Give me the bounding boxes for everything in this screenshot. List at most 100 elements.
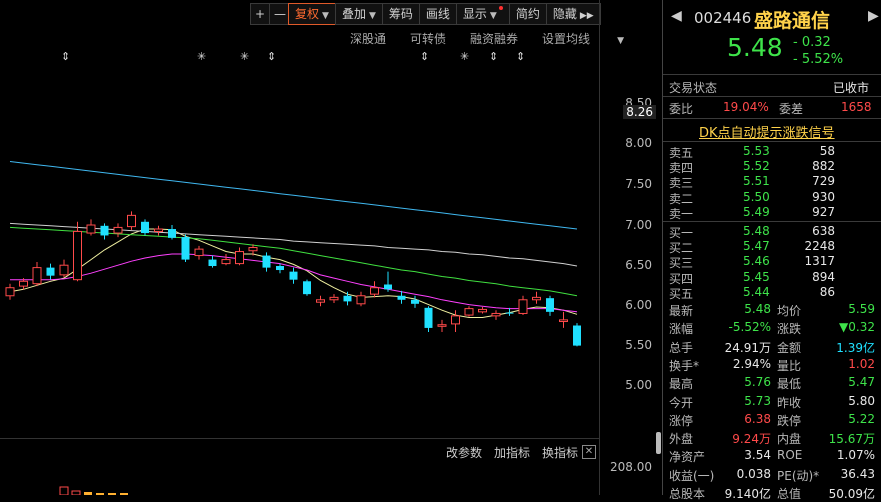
candle-body — [464, 308, 474, 316]
candle[interactable] — [113, 223, 123, 238]
candle[interactable] — [181, 234, 190, 262]
fuquan-button[interactable]: 复权 ▼ — [288, 3, 336, 25]
candle[interactable] — [100, 223, 109, 240]
volume-bar — [59, 486, 69, 495]
panel-divider — [0, 438, 600, 439]
zoom-in-button[interactable]: + — [250, 3, 270, 25]
candle[interactable] — [32, 261, 42, 287]
candle[interactable] — [59, 259, 69, 278]
stat-label: 均价 — [777, 304, 802, 318]
candlestick-chart[interactable] — [0, 60, 600, 440]
notification-dot-icon — [498, 6, 503, 10]
candle-body — [546, 298, 554, 312]
xianshi-label: 显示 — [462, 7, 487, 21]
candle[interactable] — [303, 279, 311, 296]
candle[interactable] — [491, 310, 501, 320]
stat-label: 外盘 — [669, 432, 694, 447]
candle-body — [370, 287, 379, 295]
rongzirongquan-link[interactable]: 融资融券 — [470, 30, 518, 47]
stat-label: 收益(一) — [669, 468, 715, 483]
bid-price: 5.44 — [743, 284, 770, 299]
ask-volume: 927 — [812, 204, 835, 219]
diejia-button[interactable]: 叠加 ▼ — [334, 3, 383, 25]
ask-price: 5.52 — [743, 159, 770, 174]
candle-body — [384, 284, 392, 290]
candle[interactable] — [384, 271, 392, 292]
weibi-value: 19.04% — [723, 100, 769, 114]
dk-signal-link[interactable]: DK点自动提示涨跌信号 — [699, 122, 835, 141]
candle[interactable] — [235, 247, 244, 266]
candle[interactable] — [141, 219, 149, 236]
stat-value: 5.59 — [848, 302, 875, 316]
stat-value: 1.39亿 — [836, 340, 875, 355]
candle-body — [127, 214, 136, 228]
change-params-button[interactable]: 改参数 — [446, 444, 482, 461]
candle-body — [289, 271, 298, 280]
shengutong-link[interactable]: 深股通 — [350, 30, 386, 47]
divider — [663, 74, 881, 75]
stat-value: 5.73 — [744, 393, 771, 408]
stat-label: 涨幅 — [669, 322, 694, 337]
candle[interactable] — [221, 253, 231, 266]
candle[interactable] — [370, 281, 379, 298]
candle[interactable] — [424, 306, 433, 332]
candle[interactable] — [437, 319, 447, 332]
stat-label: 总股本 — [669, 487, 706, 501]
close-icon[interactable]: ✕ — [582, 445, 596, 459]
candle[interactable] — [451, 310, 460, 332]
next-stock-icon[interactable]: ▶ — [868, 8, 879, 24]
candle[interactable] — [559, 311, 568, 328]
candle-body — [32, 267, 42, 285]
zoom-out-button[interactable]: — — [269, 3, 289, 25]
candle[interactable] — [46, 263, 55, 280]
candle[interactable] — [329, 294, 339, 303]
candle[interactable] — [73, 221, 82, 282]
candle[interactable] — [276, 263, 284, 274]
candle[interactable] — [397, 290, 406, 304]
stat-label: 内盘 — [777, 432, 802, 447]
ask-price: 5.49 — [743, 204, 770, 219]
candle[interactable] — [518, 295, 528, 316]
jianyue-button[interactable]: 简约 — [508, 3, 547, 25]
kezhuanzhai-link[interactable]: 可转债 — [410, 30, 446, 47]
candle[interactable] — [316, 295, 325, 307]
y-tick: 7.50 — [625, 177, 652, 191]
candle-body — [559, 319, 568, 322]
xianshi-button[interactable]: 显示 ▼ — [455, 3, 510, 25]
candle[interactable] — [86, 219, 96, 236]
candle[interactable] — [573, 323, 581, 347]
candle[interactable] — [478, 307, 487, 314]
stat-value: 9.140亿 — [724, 487, 771, 501]
ask-volume: 58 — [819, 144, 835, 158]
switch-indicator-button[interactable]: 换指标 — [542, 444, 578, 461]
candle[interactable] — [127, 211, 136, 230]
candle[interactable] — [168, 225, 176, 240]
candle[interactable] — [343, 291, 352, 306]
candle-body — [343, 295, 352, 302]
candle[interactable] — [411, 295, 419, 308]
candle[interactable] — [208, 255, 217, 268]
candle[interactable] — [154, 225, 163, 236]
candle[interactable] — [532, 291, 541, 304]
add-indicator-button[interactable]: 加指标 — [494, 444, 530, 461]
indicator-tabs: 改参数 加指标 换指标 — [446, 444, 590, 461]
splitter-handle[interactable] — [656, 432, 661, 454]
prev-stock-icon[interactable]: ◀ — [671, 8, 682, 24]
stat-label: 总手 — [669, 340, 694, 355]
ask-volume: 930 — [812, 189, 835, 204]
yincang-button[interactable]: 隐藏 ▶▶ — [545, 3, 601, 25]
stat-value: 1.02 — [848, 356, 875, 371]
candle[interactable] — [464, 306, 474, 317]
volume-chart[interactable] — [0, 460, 600, 495]
stat-label: 换手* — [669, 358, 700, 373]
candle[interactable] — [546, 295, 554, 316]
candle[interactable] — [194, 245, 204, 260]
candle[interactable] — [262, 252, 271, 272]
candle[interactable] — [289, 267, 298, 284]
candle[interactable] — [356, 291, 366, 307]
huaxian-button[interactable]: 画线 — [418, 3, 457, 25]
bid-price: 5.46 — [743, 254, 770, 269]
candle-body — [303, 281, 311, 295]
chouma-button[interactable]: 筹码 — [381, 3, 420, 25]
candle[interactable] — [5, 283, 15, 300]
